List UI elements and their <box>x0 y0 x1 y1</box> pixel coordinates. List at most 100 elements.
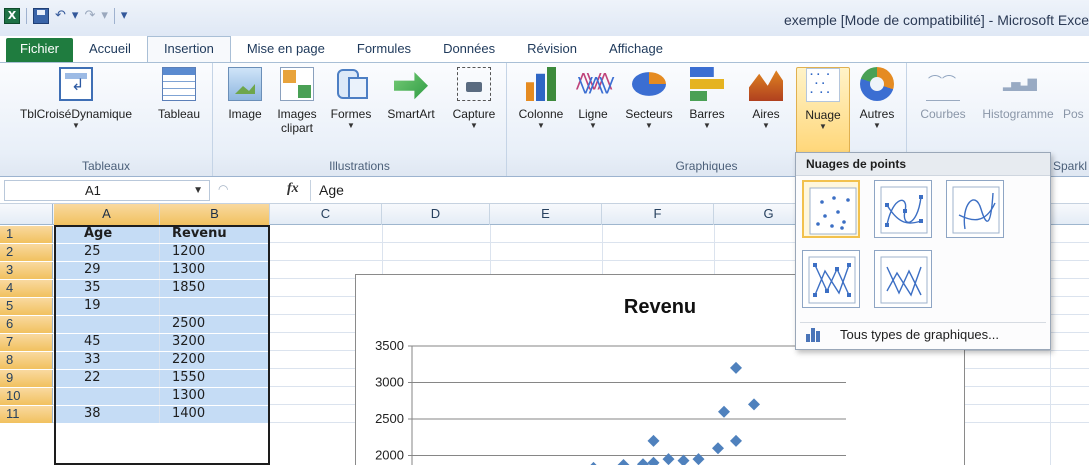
column-header-b[interactable]: B <box>160 204 270 225</box>
shapes-button[interactable]: Formes ▼ <box>327 67 375 131</box>
scatter-smooth-lines-option[interactable] <box>946 180 1004 238</box>
cell-a[interactable]: 38 <box>54 406 160 423</box>
row-header[interactable]: 4 <box>0 280 53 297</box>
cell-a[interactable] <box>54 316 160 333</box>
row-header[interactable]: 8 <box>0 352 53 369</box>
line-chart-button[interactable]: Ligne ▼ <box>571 67 615 131</box>
sparkline-column-button[interactable]: Histogramme <box>975 67 1061 121</box>
column-header-a[interactable]: A <box>54 204 160 225</box>
cell-b[interactable]: 1300 <box>160 388 270 405</box>
chart-data-point <box>647 456 660 465</box>
column-chart-button[interactable]: Colonne ▼ <box>513 67 569 131</box>
name-box-value: A1 <box>85 183 101 198</box>
pivot-table-label: TblCroiséDynamique <box>19 107 133 121</box>
sparkline-line-label: Courbes <box>920 107 966 121</box>
cell-a[interactable]: 22 <box>54 370 160 387</box>
scatter-markers-only-option[interactable] <box>802 180 860 238</box>
cell-b[interactable]: 1300 <box>160 262 270 279</box>
undo-dropdown-icon[interactable]: ▾ <box>72 8 79 24</box>
clipart-button[interactable]: Images clipart <box>271 67 323 135</box>
table-label: Tableau <box>157 107 201 121</box>
tab-fichier[interactable]: Fichier <box>6 38 74 62</box>
cell-a[interactable] <box>54 388 160 405</box>
tab-revision[interactable]: Révision <box>511 38 593 62</box>
column-header-d[interactable]: D <box>382 204 490 225</box>
name-box[interactable]: A1 ▼ <box>4 180 210 201</box>
pie-chart-button[interactable]: Secteurs ▼ <box>619 67 679 131</box>
chart-y-tick-label: 3500 <box>375 338 404 353</box>
cell-a[interactable]: Age <box>54 226 160 243</box>
save-icon[interactable] <box>33 8 49 24</box>
cell-b[interactable] <box>160 298 270 315</box>
cell-a[interactable]: 25 <box>54 244 160 261</box>
cell-a[interactable]: 35 <box>54 280 160 297</box>
row-header[interactable]: 6 <box>0 316 53 333</box>
cell-a[interactable]: 45 <box>54 334 160 351</box>
chart-data-point <box>637 458 649 465</box>
scatter-straight-markers-icon <box>808 256 856 304</box>
cell-b[interactable]: Revenu <box>160 226 270 243</box>
excel-logo-icon[interactable]: X <box>4 8 20 24</box>
row-header[interactable]: 11 <box>0 406 53 423</box>
column-header-f[interactable]: F <box>602 204 714 225</box>
column-header-e[interactable]: E <box>490 204 602 225</box>
all-chart-types-item[interactable]: Tous types de graphiques... <box>800 324 1046 346</box>
row-header[interactable]: 2 <box>0 244 53 261</box>
scatter-chart-label: Nuage <box>805 108 841 122</box>
sparkline-winloss-button[interactable]: Pos <box>1063 67 1089 121</box>
image-label: Image <box>228 107 262 121</box>
cell-a[interactable]: 19 <box>54 298 160 315</box>
scatter-chart-button[interactable]: Nuage ▼ <box>796 67 850 153</box>
sparkline-line-button[interactable]: Courbes <box>913 67 973 121</box>
scatter-straight-markers-option[interactable] <box>802 250 860 308</box>
row-header[interactable]: 5 <box>0 298 53 315</box>
tab-insertion[interactable]: Insertion <box>146 36 231 62</box>
chevron-down-icon[interactable]: ▼ <box>193 181 203 200</box>
tab-formules[interactable]: Formules <box>341 38 427 62</box>
cell-a[interactable]: 33 <box>54 352 160 369</box>
cell-b[interactable]: 3200 <box>160 334 270 351</box>
undo-icon[interactable]: ↶ <box>55 8 66 24</box>
row-header[interactable]: 3 <box>0 262 53 279</box>
area-chart-button[interactable]: Aires ▼ <box>743 67 789 131</box>
tab-donnees[interactable]: Données <box>427 38 511 62</box>
row-header[interactable]: 1 <box>0 226 53 243</box>
cell-a[interactable]: 29 <box>54 262 160 279</box>
image-button[interactable]: Image <box>223 67 267 121</box>
insert-function-button[interactable]: fx <box>287 181 299 197</box>
smartart-button[interactable]: SmartArt <box>379 67 443 121</box>
column-header-c[interactable]: C <box>270 204 382 225</box>
row-header[interactable]: 9 <box>0 370 53 387</box>
quick-access-toolbar: X ↶ ▾ ↷ ▾ ▾ <box>4 8 127 24</box>
capture-button[interactable]: Capture ▼ <box>445 67 503 131</box>
line-chart-icon <box>576 67 610 101</box>
chart-y-tick-label: 2000 <box>375 448 404 463</box>
title-bar: X ↶ ▾ ↷ ▾ ▾ exemple [Mode de compatibili… <box>0 0 1089 36</box>
cell-b[interactable]: 1850 <box>160 280 270 297</box>
scatter-markers-icon <box>809 187 857 235</box>
cell-b[interactable]: 2200 <box>160 352 270 369</box>
cell-b[interactable]: 2500 <box>160 316 270 333</box>
tab-affichage[interactable]: Affichage <box>593 38 679 62</box>
sparkline-line-icon <box>926 67 960 101</box>
group-label-tableaux: Tableaux <box>81 159 131 173</box>
row-header[interactable]: 10 <box>0 388 53 405</box>
redo-icon[interactable]: ↷ <box>84 8 95 24</box>
scatter-chart-menu: Nuages de points Tous types de graphique… <box>795 152 1051 350</box>
row-header[interactable]: 7 <box>0 334 53 351</box>
tab-mise-en-page[interactable]: Mise en page <box>231 38 341 62</box>
pivot-table-button[interactable]: TblCroiséDynamique ▼ <box>6 67 146 131</box>
customize-qat-icon[interactable]: ▾ <box>121 8 128 24</box>
scatter-smooth-markers-option[interactable] <box>874 180 932 238</box>
other-charts-button[interactable]: Autres ▼ <box>853 67 901 131</box>
cell-b[interactable]: 1400 <box>160 406 270 423</box>
cell-b[interactable]: 1550 <box>160 370 270 387</box>
scatter-straight-lines-option[interactable] <box>874 250 932 308</box>
redo-dropdown-icon[interactable]: ▾ <box>101 8 108 24</box>
select-all-corner[interactable] <box>0 204 53 225</box>
chevron-down-icon: ▼ <box>645 121 653 130</box>
bar-chart-button[interactable]: Barres ▼ <box>681 67 733 131</box>
tab-accueil[interactable]: Accueil <box>73 38 147 62</box>
cell-b[interactable]: 1200 <box>160 244 270 261</box>
table-button[interactable]: Tableau <box>150 67 208 121</box>
